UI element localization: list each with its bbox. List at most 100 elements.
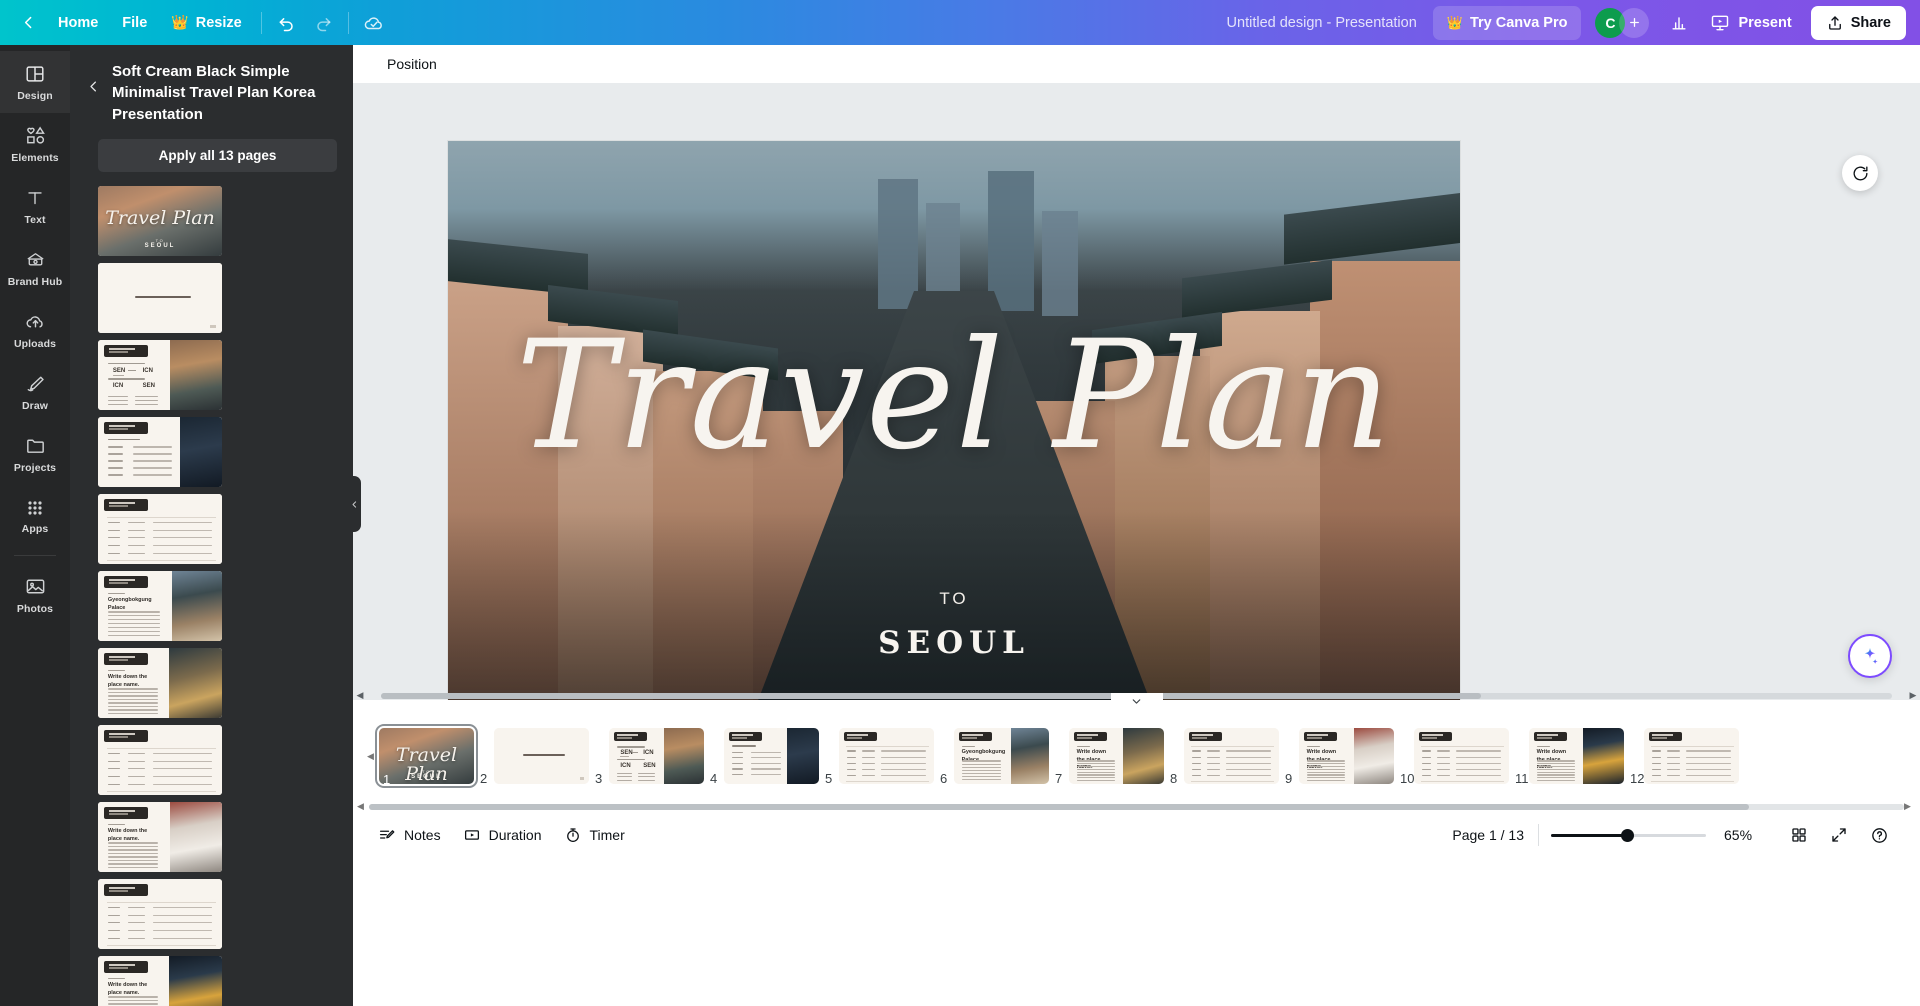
filmstrip-slide[interactable]: Write down the place name. (1299, 728, 1394, 784)
template-thumbnail[interactable]: Gyeongbokgung Palace (98, 570, 222, 641)
cloud-save-status-button[interactable] (356, 7, 392, 39)
template-thumbnail[interactable] (98, 262, 222, 333)
mini-line (1306, 766, 1345, 768)
mini-photo (664, 728, 704, 784)
canva-ai-button[interactable] (1848, 634, 1892, 678)
rail-item-photos[interactable]: Photos (0, 564, 70, 626)
mini-line (107, 695, 158, 697)
template-thumbnail[interactable]: Write down the place name. (98, 955, 222, 1006)
canvas-area[interactable]: Travel Plan TO SEOUL ◀ ▶ (353, 83, 1920, 700)
filmstrip-scroll-thumb[interactable] (369, 803, 1749, 810)
home-button[interactable]: Home (46, 7, 110, 39)
filmstrip-slide[interactable] (1644, 728, 1739, 784)
slide-filmstrip[interactable]: ◀ Travel Plan TO SEOUL 12 3 SEN ICN ICN … (353, 710, 1920, 802)
notes-button[interactable]: Notes (367, 819, 452, 851)
file-menu-button[interactable]: File (110, 7, 159, 39)
scroll-left-arrow[interactable]: ◀ (353, 690, 367, 700)
mini-line (132, 446, 173, 448)
slide-title-text[interactable]: Travel Plan (448, 321, 1460, 471)
filmstrip-scrollbar[interactable]: ◀ ▶ (353, 801, 1920, 812)
rail-item-apps[interactable]: Apps (0, 485, 70, 547)
zoom-track[interactable] (1551, 828, 1706, 842)
panel-collapse-handle[interactable] (347, 476, 361, 532)
top-toolbar: Home File 👑 Resize Untitled design - Pre… (0, 0, 1920, 45)
filmstrip-slide-wrapper[interactable]: 6 Gyeongbokgung Palace (940, 728, 1049, 786)
animate-button[interactable] (1842, 155, 1878, 191)
mini-badge (1073, 731, 1107, 742)
filmstrip-prev-arrow[interactable]: ◀ (367, 751, 379, 762)
template-thumbnail[interactable] (98, 724, 222, 795)
filmstrip-slide[interactable]: Gyeongbokgung Palace (954, 728, 1049, 784)
filmstrip-slide-wrapper[interactable]: Travel Plan TO SEOUL 1 (375, 724, 478, 788)
scroll-right-arrow[interactable]: ▶ (1906, 690, 1920, 700)
filmstrip-slide[interactable]: Write down the place name. (1529, 728, 1624, 784)
rail-item-uploads[interactable]: Uploads (0, 299, 70, 361)
template-thumbnail[interactable] (98, 416, 222, 487)
filmstrip-slide-wrapper[interactable]: 4 (710, 728, 819, 786)
filmstrip-scroll-track[interactable] (369, 803, 1904, 810)
present-button[interactable]: Present (1697, 6, 1804, 40)
template-thumbnail[interactable] (98, 878, 222, 949)
template-thumbnail[interactable] (98, 493, 222, 564)
slide-to-text[interactable]: TO (448, 589, 1460, 609)
panel-back-button[interactable] (80, 73, 106, 99)
try-canva-pro-button[interactable]: 👑 Try Canva Pro (1432, 5, 1582, 40)
filmstrip-slide[interactable] (839, 728, 934, 784)
filmstrip-slide-wrapper[interactable]: 9 Write down the place name. (1285, 728, 1394, 786)
filmstrip-slide[interactable]: SEN ICN ICN SEN (609, 728, 704, 784)
filmstrip-slide-wrapper[interactable]: 7 Write down the place name. (1055, 728, 1164, 786)
slide-city-text[interactable]: SEOUL (448, 625, 1460, 661)
fullscreen-button[interactable] (1822, 818, 1856, 852)
redo-button[interactable] (305, 7, 341, 39)
resize-button[interactable]: 👑 Resize (159, 7, 253, 39)
mini-line (107, 842, 158, 844)
mini-line (961, 775, 1002, 777)
template-thumbnail[interactable]: Write down the place name. (98, 801, 222, 872)
filmstrip-slide[interactable] (1414, 728, 1509, 784)
insights-button[interactable] (1661, 7, 1697, 39)
filmstrip-slide-wrapper[interactable]: 2 (480, 728, 589, 786)
rail-item-design[interactable]: Design (0, 51, 70, 113)
zoom-slider[interactable]: 65% (1539, 827, 1776, 843)
help-button[interactable] (1862, 818, 1896, 852)
filmstrip-slide[interactable]: Write down the place name. (1069, 728, 1164, 784)
mini-line (107, 859, 158, 862)
filmstrip-slide-wrapper[interactable]: 10 (1400, 728, 1509, 786)
rail-item-text[interactable]: Text (0, 175, 70, 237)
apply-all-pages-button[interactable]: Apply all 13 pages (98, 138, 337, 172)
rail-item-elements[interactable]: Elements (0, 113, 70, 175)
back-button[interactable] (10, 7, 46, 39)
filmstrip-slide-wrapper[interactable]: 12 (1630, 728, 1739, 786)
duration-button[interactable]: Duration (452, 819, 553, 851)
filmstrip-slide-wrapper[interactable]: 11 Write down the place name. (1515, 728, 1624, 786)
filmstrip-slide-wrapper[interactable]: 8 (1170, 728, 1279, 786)
rail-item-elements-label: Elements (11, 152, 59, 164)
template-thumbnail[interactable]: Travel Plan TO SEOUL (98, 185, 222, 256)
template-thumbnail[interactable]: Write down the place name. (98, 647, 222, 718)
document-title[interactable]: Untitled design - Presentation (1215, 9, 1429, 37)
rail-item-projects[interactable]: Projects (0, 423, 70, 485)
filmstrip-slide[interactable] (724, 728, 819, 784)
undo-button[interactable] (269, 7, 305, 39)
canvas-scroll-thumb[interactable] (381, 692, 1481, 699)
filmstrip-toggle-button[interactable] (1110, 693, 1163, 710)
share-button[interactable]: Share (1810, 5, 1906, 40)
filmstrip-slide-wrapper[interactable]: 5 (825, 728, 934, 786)
zoom-knob[interactable] (1621, 828, 1634, 842)
slide-canvas[interactable]: Travel Plan TO SEOUL (448, 141, 1460, 700)
mini-split-night (724, 728, 819, 784)
filmstrip-slide[interactable] (1184, 728, 1279, 784)
template-thumbnail[interactable]: SEN ICN ICN SEN (98, 339, 222, 410)
grid-view-button[interactable] (1782, 818, 1816, 852)
filmstrip-slide-wrapper[interactable]: 3 SEN ICN ICN SEN (595, 728, 704, 786)
filmstrip-slide[interactable]: Travel Plan TO SEOUL 1 (375, 724, 478, 788)
filmstrip-scroll-left[interactable]: ◀ (357, 801, 369, 812)
filmstrip-scroll-right[interactable]: ▶ (1904, 801, 1916, 812)
rail-item-brand-hub[interactable]: Brand Hub (0, 237, 70, 299)
mini-line (616, 758, 646, 761)
rail-item-draw[interactable]: Draw (0, 361, 70, 423)
add-collaborator-button[interactable] (1619, 7, 1650, 38)
filmstrip-slide[interactable] (494, 728, 589, 784)
position-button[interactable]: Position (377, 50, 447, 78)
timer-button[interactable]: Timer (553, 819, 636, 851)
